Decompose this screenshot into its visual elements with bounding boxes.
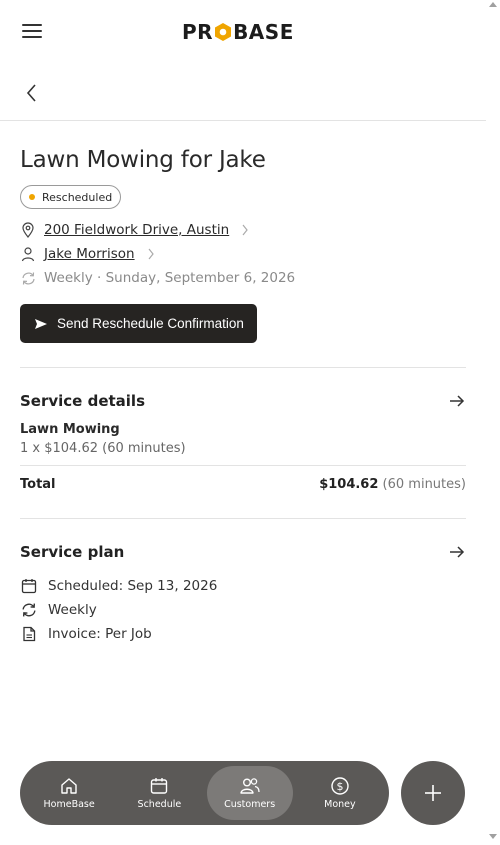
plus-icon (425, 785, 441, 801)
service-plan-section: Service plan Scheduled: Sep 13, 2026 Wee… (20, 519, 466, 646)
nav-money-label: Money (324, 799, 356, 810)
plan-invoice-row: Invoice: Per Job (20, 622, 466, 646)
service-line-item: Lawn Mowing 1 x $104.62 (60 minutes) (20, 422, 466, 456)
status-text: Rescheduled (42, 190, 113, 204)
service-plan-list: Scheduled: Sep 13, 2026 Weekly Invoice: … (20, 574, 466, 646)
arrow-right-icon[interactable] (448, 544, 466, 560)
send-icon (35, 318, 47, 329)
service-details-section: Service details Lawn Mowing 1 x $104.62 … (20, 368, 466, 502)
nav-schedule-label: Schedule (137, 799, 182, 810)
nav-money[interactable]: $ Money (297, 766, 383, 820)
nav-homebase-label: HomeBase (43, 799, 95, 810)
logo-text-left: PR (182, 20, 214, 44)
back-bar (0, 64, 486, 121)
chevron-right-icon[interactable] (147, 248, 155, 260)
document-icon (20, 625, 38, 643)
hamburger-menu-icon[interactable] (22, 24, 42, 40)
send-reschedule-confirmation-button[interactable]: Send Reschedule Confirmation (20, 304, 257, 343)
service-plan-heading: Service plan (20, 543, 125, 561)
nav-schedule[interactable]: Schedule (116, 766, 202, 820)
customer-row: Jake Morrison (20, 242, 466, 266)
chevron-left-icon[interactable] (22, 82, 42, 104)
plan-scheduled-text: Scheduled: Sep 13, 2026 (48, 578, 218, 594)
dollar-icon: $ (331, 777, 349, 795)
repeat-icon (20, 270, 36, 286)
service-plan-header: Service plan (20, 540, 466, 564)
service-details-header: Service details (20, 389, 466, 413)
service-item-name: Lawn Mowing (20, 422, 120, 437)
page-title: Lawn Mowing for Jake (20, 147, 266, 173)
total-label: Total (20, 476, 56, 492)
total-amount: $104.62 (319, 476, 379, 492)
chevron-right-icon[interactable] (241, 224, 249, 236)
bottom-navigation: HomeBase Schedule Customers $ Money (20, 761, 389, 825)
address-row: 200 Fieldwork Drive, Austin (20, 218, 466, 242)
scrollbar[interactable] (486, 0, 500, 845)
total-row: Total $104.62 (60 minutes) (20, 466, 466, 502)
top-bar: PR BASE (0, 0, 486, 64)
total-value: $104.62 (60 minutes) (319, 477, 466, 492)
nav-customers-label: Customers (224, 799, 276, 810)
plan-frequency-row: Weekly (20, 598, 466, 622)
status-badge: Rescheduled (20, 185, 122, 209)
send-reschedule-confirmation-label: Send Reschedule Confirmation (57, 316, 244, 331)
add-button[interactable] (401, 761, 465, 825)
plan-invoice-text: Invoice: Per Job (48, 626, 152, 642)
logo-text-right: BASE (233, 20, 294, 44)
address-link[interactable]: 200 Fieldwork Drive, Austin (44, 222, 229, 238)
home-icon (61, 778, 77, 794)
service-item-detail: 1 x $104.62 (60 minutes) (20, 441, 186, 456)
probase-logo[interactable]: PR BASE (182, 20, 294, 44)
service-details-heading: Service details (20, 392, 145, 410)
customer-link[interactable]: Jake Morrison (44, 246, 135, 262)
recurrence-row: Weekly · Sunday, September 6, 2026 (20, 266, 466, 290)
job-detail: Lawn Mowing for Jake Rescheduled 200 Fie… (20, 121, 466, 646)
scroll-down-arrow-icon[interactable] (489, 834, 497, 839)
svg-text:$: $ (336, 780, 343, 793)
total-duration: (60 minutes) (382, 476, 466, 492)
nav-homebase[interactable]: HomeBase (26, 766, 112, 820)
recurrence-text: Weekly · Sunday, September 6, 2026 (44, 270, 296, 286)
arrow-right-icon[interactable] (448, 393, 466, 409)
repeat-icon (20, 601, 38, 619)
calendar-icon (20, 577, 38, 595)
calendar-icon (151, 778, 168, 794)
logo-hexagon-icon (215, 23, 232, 41)
job-info: 200 Fieldwork Drive, Austin Jake Morriso… (20, 218, 466, 290)
nav-customers[interactable]: Customers (206, 766, 293, 820)
map-pin-icon (20, 222, 36, 238)
status-dot (29, 194, 35, 200)
plan-scheduled-row: Scheduled: Sep 13, 2026 (20, 574, 466, 598)
users-icon (239, 778, 260, 794)
plan-frequency-text: Weekly (48, 602, 97, 618)
scroll-up-arrow-icon[interactable] (489, 2, 497, 7)
person-icon (20, 246, 36, 262)
